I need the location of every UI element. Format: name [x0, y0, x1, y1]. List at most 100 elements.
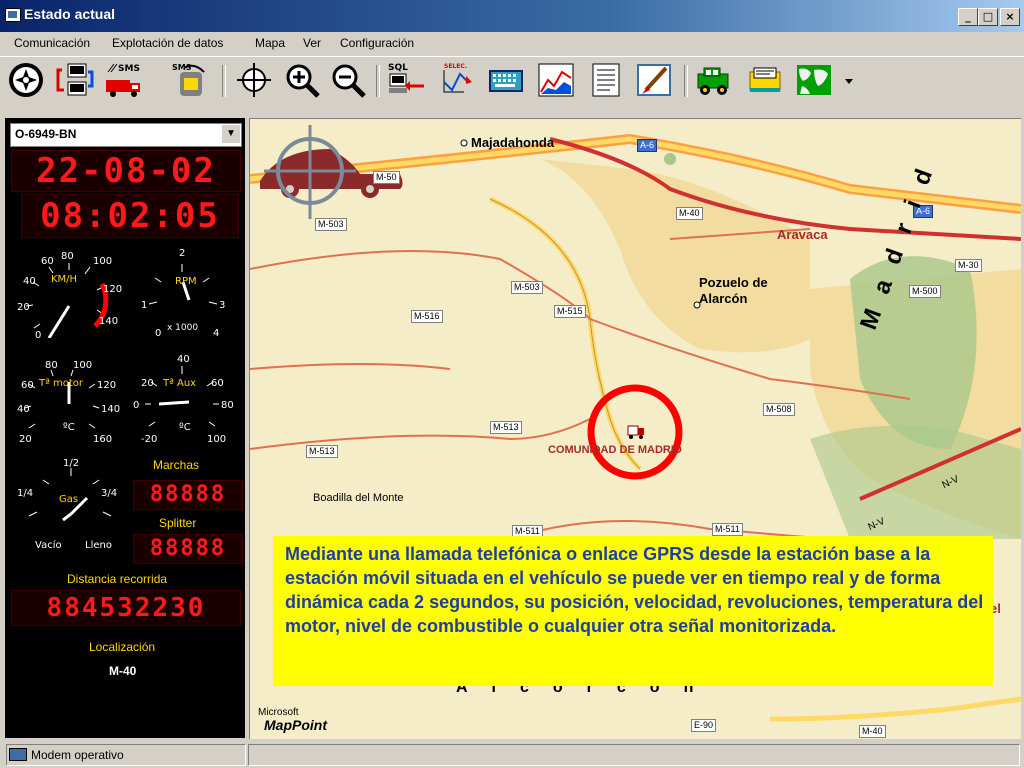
sms-truck-icon: SMS — [106, 63, 140, 97]
road-label: M-50 — [373, 171, 400, 184]
select-route-icon: SELEC. — [443, 63, 472, 93]
sms-truck-button[interactable]: SMS — [104, 60, 144, 100]
svg-text:40: 40 — [17, 404, 30, 415]
card-button[interactable] — [746, 60, 786, 100]
location-label: Localización — [89, 640, 156, 654]
svg-text:1/4: 1/4 — [17, 488, 33, 499]
date-display: 22-08-02 — [11, 150, 241, 192]
sms-phone-button[interactable]: SMS — [170, 60, 210, 100]
road-label: M-508 — [763, 403, 795, 416]
place-label: Majadahonda — [471, 135, 555, 150]
splitter-label: Splitter — [159, 516, 197, 530]
title-bar: Estado actual _ □ × — [0, 0, 1024, 32]
road-label: M-511 — [712, 523, 743, 536]
more-dropdown-button[interactable] — [842, 60, 856, 100]
svg-text:0: 0 — [133, 400, 139, 411]
speed-gauge: 0 20 40 60 80 100 120 140 KM/H — [17, 251, 122, 338]
report-button[interactable] — [586, 60, 626, 100]
menu-ver[interactable]: Ver — [303, 36, 321, 50]
svg-text:40: 40 — [23, 276, 36, 287]
svg-text:100: 100 — [93, 256, 112, 267]
location-value: M-40 — [109, 664, 137, 678]
computers-link-icon — [56, 63, 94, 96]
sql-query-button[interactable]: SQL — [386, 60, 426, 100]
place-label: Aravaca — [777, 227, 828, 242]
keyboard-icon — [489, 70, 523, 92]
zoom-out-icon — [332, 64, 366, 98]
navigate-button[interactable] — [6, 60, 46, 100]
select-button[interactable]: SELEC. — [436, 60, 476, 100]
line-chart-icon — [538, 63, 574, 97]
place-label: Boadilla del Monte — [313, 492, 404, 504]
svg-text:3: 3 — [219, 300, 225, 311]
vehicle-truck-icon[interactable] — [627, 425, 644, 439]
menu-mapa[interactable]: Mapa — [255, 36, 285, 50]
road-label: M-503 — [511, 281, 543, 294]
svg-text:20: 20 — [19, 434, 32, 445]
minimize-button[interactable]: _ — [958, 8, 978, 26]
paint-button[interactable] — [634, 60, 674, 100]
app-icon — [5, 8, 21, 22]
road-label: M-515 — [554, 305, 586, 318]
svg-text:20: 20 — [17, 302, 30, 313]
svg-text:SQL: SQL — [388, 63, 408, 73]
modem-icon — [9, 748, 27, 761]
svg-text:100: 100 — [207, 434, 226, 445]
svg-text:60: 60 — [211, 378, 224, 389]
svg-text:80: 80 — [221, 400, 234, 411]
place-label: Pozuelo de — [699, 275, 768, 290]
svg-text:80: 80 — [61, 251, 74, 262]
world-map-button[interactable] — [794, 60, 834, 100]
menu-configuracion[interactable]: Configuración — [340, 36, 414, 50]
compass-icon — [9, 63, 43, 97]
distance-label: Distancia recorrida — [67, 572, 168, 586]
dashboard-panel: O-6949-BN ▼ 22-08-02 08:02:05 0 20 40 60… — [5, 118, 245, 738]
dropdown-arrow-icon — [845, 79, 853, 84]
close-button[interactable]: × — [1000, 8, 1020, 26]
chevron-down-icon[interactable]: ▼ — [221, 125, 240, 143]
sms-phone-icon: SMS — [172, 63, 205, 96]
svg-text:1: 1 — [141, 300, 147, 311]
svg-text:RPM: RPM — [175, 276, 197, 287]
marchas-label: Marchas — [153, 458, 200, 472]
zoom-in-icon — [286, 64, 320, 98]
maximize-button[interactable]: □ — [978, 8, 998, 26]
vehicle-id: O-6949-BN — [15, 127, 77, 141]
menu-comunicacion[interactable]: Comunicación — [14, 36, 90, 50]
svg-text:100: 100 — [73, 360, 92, 371]
status-bar: Modem operativo — [0, 742, 1024, 768]
place-label: COMUNIDAD DE MADRID — [548, 444, 682, 456]
svg-text:KM/H: KM/H — [51, 274, 77, 285]
svg-text:60: 60 — [21, 380, 34, 391]
connect-button[interactable] — [54, 60, 94, 100]
svg-text:3/4: 3/4 — [101, 488, 117, 499]
chart-button[interactable] — [536, 60, 576, 100]
info-caption: Mediante una llamada telefónica o enlace… — [273, 536, 993, 686]
zoom-in-button[interactable] — [282, 60, 322, 100]
vehicle-button[interactable] — [694, 60, 734, 100]
menu-explotacion[interactable]: Explotación de datos — [112, 36, 223, 50]
time-display: 08:02:05 — [21, 194, 239, 238]
keyboard-button[interactable] — [486, 60, 526, 100]
motor-temp-gauge: 20 40 60 80 100 120 140 160 Tª motor ºC — [17, 360, 120, 445]
vehicle-select[interactable]: O-6949-BN ▼ — [10, 123, 242, 147]
road-label: M-503 — [315, 218, 347, 231]
svg-text:SMS: SMS — [118, 64, 140, 74]
svg-text:ºC: ºC — [63, 422, 75, 433]
zoom-out-button[interactable] — [328, 60, 368, 100]
svg-text:Vacío: Vacío — [35, 539, 62, 551]
crosshair-icon — [237, 63, 271, 97]
sql-database-icon: SQL — [388, 63, 424, 93]
status-pane: Modem operativo — [6, 744, 246, 766]
road-label: E-90 — [691, 719, 717, 732]
status-pane-2 — [248, 744, 1020, 766]
brush-icon — [637, 64, 671, 96]
svg-text:SMS: SMS — [172, 63, 192, 72]
svg-text:120: 120 — [103, 284, 122, 295]
svg-text:Lleno: Lleno — [85, 540, 112, 551]
center-map-button[interactable] — [234, 60, 274, 100]
distance-display: 884532230 — [11, 590, 241, 626]
svg-text:x 1000: x 1000 — [167, 323, 198, 333]
mappoint-logo: MapPoint — [264, 717, 327, 733]
toolbar: SMS SMS SQL SELEC. — [0, 56, 1024, 105]
